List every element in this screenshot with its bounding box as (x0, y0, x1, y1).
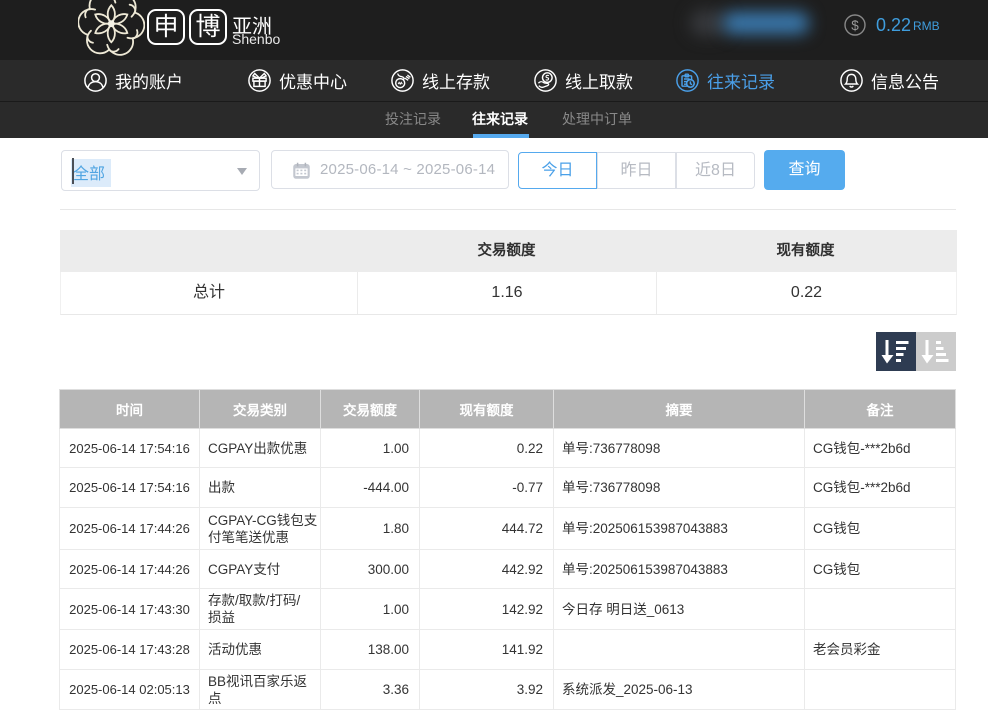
svg-text:$: $ (851, 18, 859, 33)
